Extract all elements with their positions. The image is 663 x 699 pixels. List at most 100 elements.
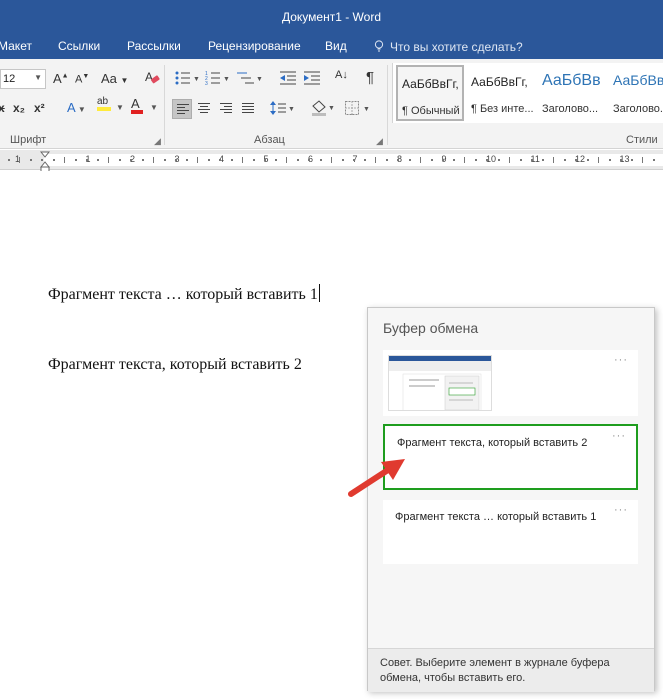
tab-view[interactable]: Вид	[325, 39, 347, 53]
highlight-color-swatch	[97, 107, 111, 111]
font-color-button[interactable]: A	[131, 97, 143, 114]
clipboard-item-selected[interactable]: Фрагмент текста, который вставить 2 ···	[383, 424, 638, 490]
ruler-dot	[208, 159, 211, 161]
style-name: ¶ Без инте...	[471, 103, 534, 115]
align-right-button[interactable]	[216, 99, 236, 119]
font-color-label: A	[131, 96, 140, 111]
line-spacing-button[interactable]: ▼	[270, 101, 295, 118]
tell-me-box[interactable]: Что вы хотите сделать?	[374, 39, 523, 54]
styles-gallery: АаБбВвГг, ¶ Обычный АаБбВвГг, ¶ Без инте…	[392, 63, 663, 123]
eraser-icon: A	[145, 70, 160, 84]
ruler-half-tick	[464, 157, 466, 163]
style-heading-2[interactable]: АаБбВв Заголово...	[609, 65, 663, 121]
tab-layout[interactable]: Макет	[0, 39, 32, 53]
text-effects-button[interactable]: A ▼	[67, 100, 86, 115]
tab-references[interactable]: Ссылки	[58, 39, 100, 53]
window-title: Документ1 - Word	[281, 10, 382, 24]
more-options-icon[interactable]: ···	[612, 430, 626, 442]
ruler-half-tick	[330, 157, 332, 163]
clipboard-item-text: Фрагмент текста … который вставить 1	[395, 511, 597, 523]
increase-indent-button[interactable]	[304, 71, 320, 88]
borders-button[interactable]: ▼	[345, 101, 371, 118]
subscript-button[interactable]: x₂	[13, 101, 25, 115]
ruler-dot	[130, 159, 133, 161]
tab-mailings[interactable]: Рассылки	[127, 39, 181, 53]
shading-button[interactable]: ▼	[310, 99, 336, 120]
svg-text:▼: ▼	[193, 76, 199, 83]
clipboard-item[interactable]: Фрагмент текста … который вставить 1 ···	[383, 500, 638, 564]
group-label-paragraph: Абзац	[254, 134, 285, 146]
style-name: Заголово...	[542, 103, 599, 115]
paragraph-text: Фрагмент текста … который вставить 1	[48, 286, 318, 303]
justify-button[interactable]	[238, 99, 258, 119]
group-divider	[164, 65, 165, 145]
lightbulb-icon	[374, 40, 384, 52]
document-paragraph[interactable]: Фрагмент текста, который вставить 2	[48, 356, 302, 374]
decrease-indent-icon	[280, 71, 296, 85]
increase-indent-icon	[304, 71, 320, 85]
style-heading-1[interactable]: АаБбВв Заголово...	[538, 65, 606, 121]
group-divider	[387, 65, 388, 145]
shrink-font-button[interactable]: A▼	[75, 73, 89, 86]
clipboard-tip: Совет. Выберите элемент в журнале буфера…	[368, 648, 654, 692]
show-formatting-button[interactable]: ¶	[366, 69, 374, 86]
font-size-value: 12	[3, 73, 16, 85]
multilevel-list-button[interactable]: ▼	[237, 71, 263, 88]
line-spacing-icon: ▼	[270, 101, 295, 115]
clipboard-item[interactable]: ···	[383, 350, 638, 416]
strikethrough-label: x	[0, 101, 5, 115]
indent-marker-icon[interactable]	[40, 151, 50, 173]
text-effects-label: A	[67, 100, 76, 115]
decrease-indent-button[interactable]	[280, 71, 296, 88]
ruler-dot	[397, 159, 400, 161]
ruler-half-tick	[19, 157, 21, 163]
more-options-icon[interactable]: ···	[614, 354, 628, 366]
ruler-dot	[141, 159, 144, 161]
chevron-down-icon: ▼	[120, 76, 129, 85]
align-left-icon	[177, 104, 189, 116]
title-bar: Документ1 - Word	[0, 0, 663, 34]
ruler-dot	[30, 159, 33, 161]
style-normal[interactable]: АаБбВвГг, ¶ Обычный	[396, 65, 464, 121]
clear-formatting-button[interactable]: A	[144, 69, 160, 90]
highlight-button[interactable]: ab	[97, 97, 111, 111]
annotation-arrow-icon	[348, 459, 405, 497]
ruler-dot	[319, 159, 322, 161]
document-paragraph[interactable]: Фрагмент текста … который вставить 1	[48, 284, 320, 304]
sort-button[interactable]: A↓	[335, 69, 348, 81]
ruler-dot	[52, 159, 55, 161]
grow-font-button[interactable]: A▲	[53, 71, 69, 86]
ribbon: 12 ▼ A▲ A▼ Aa ▼ A x x₂ x² A ▼ ab ▼ A ▼ Ш…	[0, 59, 663, 149]
svg-text:▼: ▼	[223, 76, 229, 83]
style-no-spacing[interactable]: АаБбВвГг, ¶ Без инте...	[467, 65, 535, 121]
superscript-button[interactable]: x²	[34, 101, 45, 115]
more-options-icon[interactable]: ···	[614, 504, 628, 516]
ruler-half-tick	[63, 157, 65, 163]
style-name: Заголово...	[613, 103, 663, 115]
dialog-launcher-icon[interactable]: ◢	[154, 136, 161, 147]
ruler-dot	[97, 159, 99, 161]
chevron-down-icon[interactable]: ▼	[150, 103, 158, 112]
svg-text:▼: ▼	[328, 105, 335, 112]
horizontal-ruler[interactable]: 1 1 2 3 4 5 6 7 8 9 10 11 12 13	[0, 150, 663, 170]
ribbon-tabs: Макет Ссылки Рассылки Рецензирование Вид…	[0, 34, 663, 59]
strikethrough-button[interactable]: x	[0, 101, 5, 115]
style-sample: АаБбВв	[542, 72, 601, 89]
align-center-button[interactable]	[194, 99, 214, 119]
ruler-dot	[542, 159, 544, 161]
numbering-button[interactable]: 123 ▼	[205, 71, 230, 88]
align-left-button[interactable]	[172, 99, 192, 119]
font-size-select[interactable]: 12 ▼	[0, 69, 46, 89]
ruler-half-tick	[197, 157, 199, 163]
paint-bucket-icon: ▼	[312, 100, 335, 116]
ruler-dot	[408, 159, 411, 161]
bullets-button[interactable]: ▼	[175, 71, 200, 88]
numbered-list-icon: 123 ▼	[205, 71, 230, 87]
chevron-down-icon[interactable]: ▼	[116, 103, 124, 112]
tab-review[interactable]: Рецензирование	[208, 39, 301, 53]
change-case-button[interactable]: Aa ▼	[101, 71, 128, 86]
style-sample: АаБбВвГг,	[471, 75, 528, 89]
ruler-half-tick	[108, 157, 110, 163]
ruler-half-tick	[553, 157, 555, 163]
dialog-launcher-icon[interactable]: ◢	[376, 136, 383, 147]
